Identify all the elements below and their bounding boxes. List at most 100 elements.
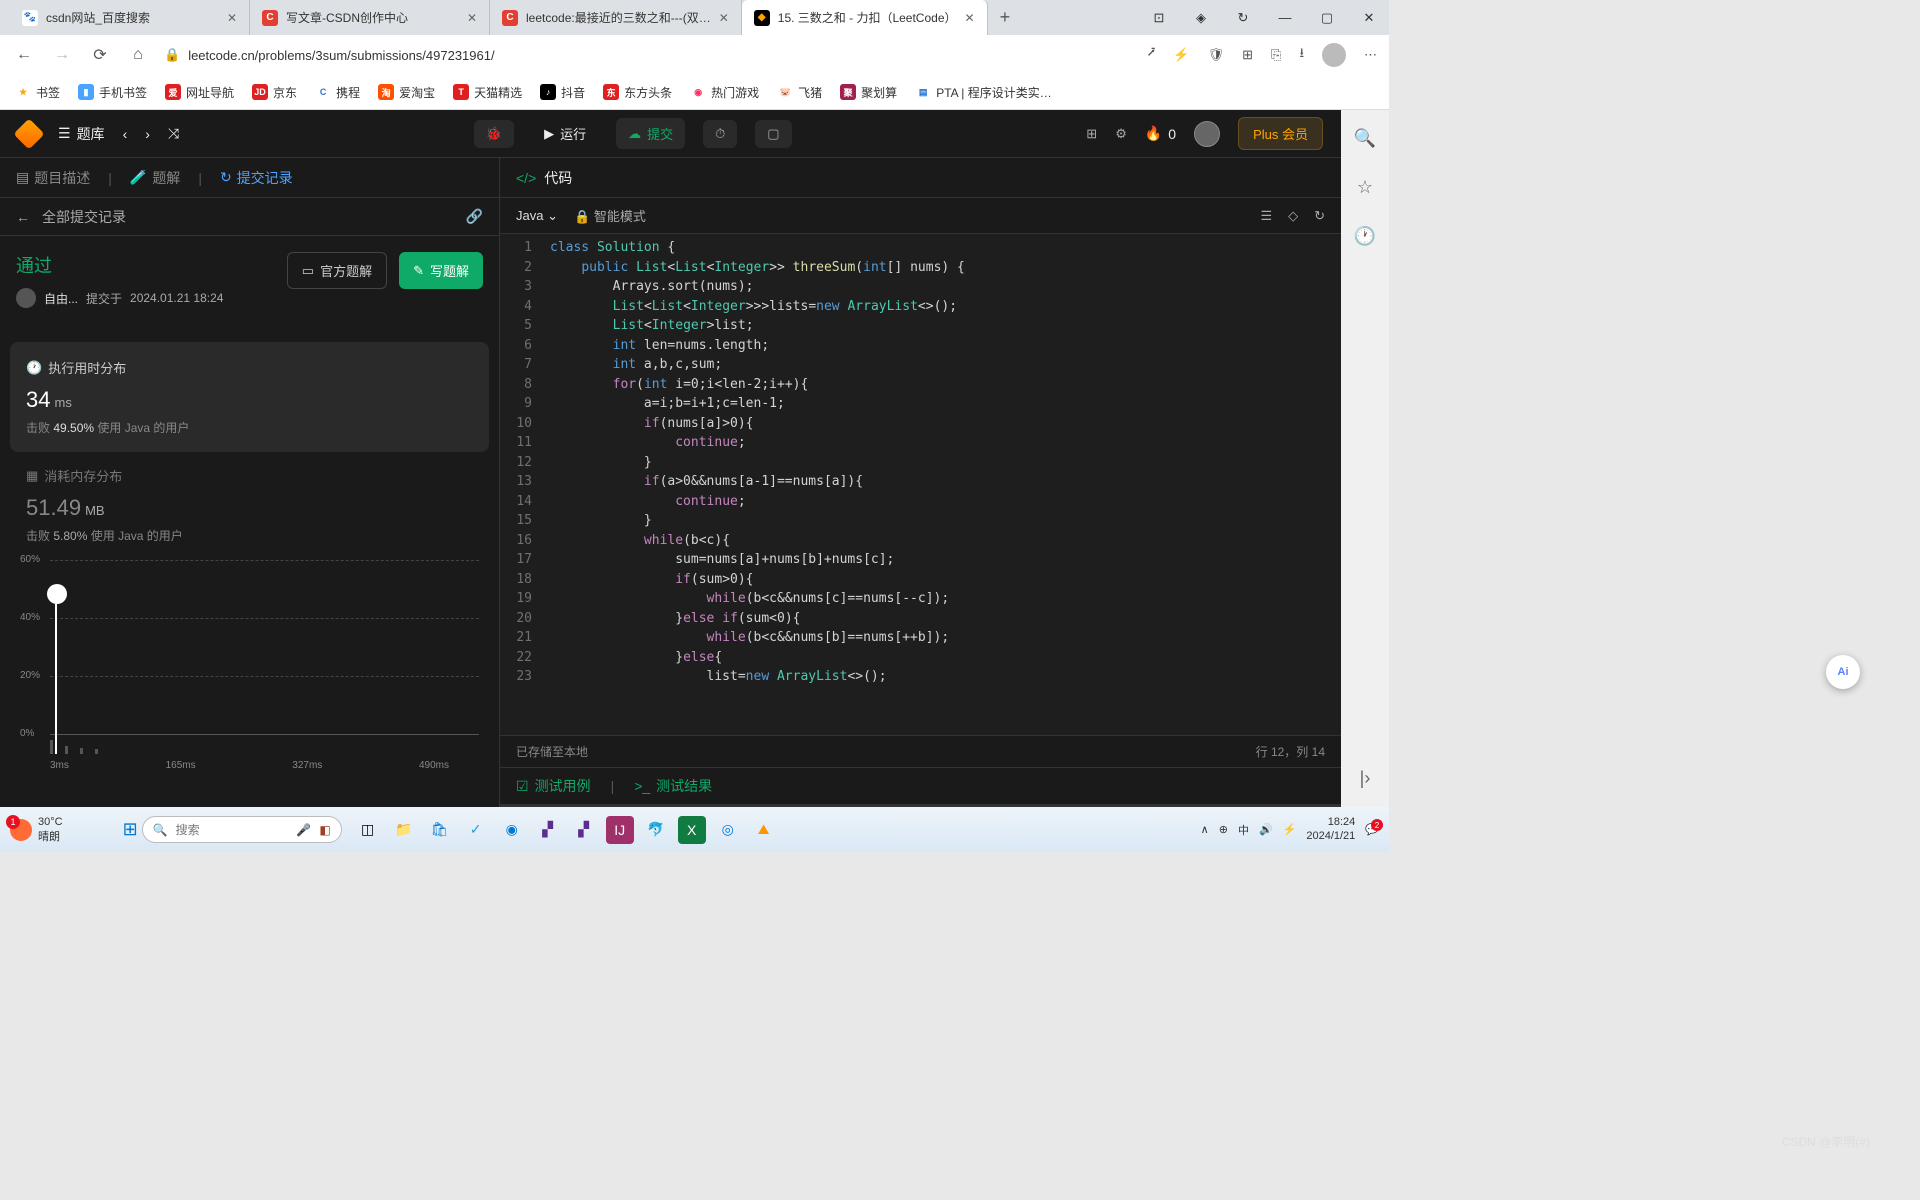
avatar[interactable] <box>1194 121 1220 147</box>
minimize-button[interactable]: — <box>1265 0 1305 35</box>
browser-tab-2[interactable]: Cleetcode:最接近的三数之和---(双…✕ <box>490 0 742 35</box>
write-solution-button[interactable]: ✎写题解 <box>399 252 483 289</box>
plus-button[interactable]: Plus 会员 <box>1238 117 1323 150</box>
excel-icon[interactable]: X <box>678 816 706 844</box>
next-problem-button[interactable]: › <box>145 126 150 142</box>
bookmark-icon[interactable]: ◇ <box>1288 208 1298 224</box>
bookmark-item[interactable]: 东东方头条 <box>603 84 672 101</box>
tab-solution[interactable]: 🧪题解 <box>130 168 180 188</box>
tray-battery[interactable]: ⚡ <box>1283 823 1297 836</box>
layout-icon[interactable]: ⊞ <box>1086 126 1097 142</box>
home-button[interactable]: ⌂ <box>126 46 150 64</box>
settings-icon[interactable]: ⚙ <box>1115 126 1127 142</box>
url-input[interactable]: 🔒leetcode.cn/problems/3sum/submissions/4… <box>164 47 1133 63</box>
open-icon[interactable]: ⭷ <box>1147 44 1155 66</box>
download-icon[interactable]: ⊡ <box>1139 0 1179 35</box>
history-icon[interactable]: 🕐 <box>1354 226 1376 247</box>
task-view-icon[interactable]: ◫ <box>354 816 382 844</box>
run-button[interactable]: ▶运行 <box>532 118 598 149</box>
intellij-icon[interactable]: IJ <box>606 816 634 844</box>
shield-icon[interactable]: 🛡 <box>1208 47 1225 63</box>
tab-testcase[interactable]: ☑测试用例 <box>516 776 591 796</box>
timer-button[interactable]: ⏱ <box>703 120 737 148</box>
browser-tab-1[interactable]: C写文章-CSDN创作中心✕ <box>250 0 490 35</box>
edge2-icon[interactable]: ◎ <box>714 816 742 844</box>
streak-button[interactable]: 🔥0 <box>1145 125 1176 142</box>
extensions-icon[interactable]: ◈ <box>1181 0 1221 35</box>
tab-submissions[interactable]: ↻提交记录 <box>220 168 293 188</box>
bookmark-item[interactable]: C携程 <box>315 84 360 101</box>
widget-icon[interactable]: ◧ <box>319 823 330 837</box>
back-arrow-button[interactable]: ← <box>16 209 30 225</box>
start-button[interactable]: ⊞ <box>123 819 138 840</box>
search-icon[interactable]: 🔍 <box>1354 128 1376 149</box>
ai-assistant-button[interactable]: Ai <box>1826 655 1860 689</box>
all-submissions-label[interactable]: 全部提交记录 <box>42 207 126 227</box>
leetcode-logo[interactable] <box>13 118 44 149</box>
new-tab-button[interactable]: + <box>988 7 1023 28</box>
note-button[interactable]: ▢ <box>755 120 791 148</box>
menu-icon[interactable]: ⋯ <box>1364 47 1377 63</box>
star-icon[interactable]: ☆ <box>1357 177 1373 198</box>
bookmark-item[interactable]: ♪抖音 <box>540 84 585 101</box>
reset-icon[interactable]: ↻ <box>1314 208 1325 224</box>
tray-ime[interactable]: 中 <box>1238 822 1249 838</box>
close-icon[interactable]: ✕ <box>719 11 729 25</box>
voice-icon[interactable]: 🎤 <box>296 823 311 837</box>
code-content[interactable]: class Solution { public List<List<Intege… <box>542 234 1341 735</box>
collections-icon[interactable]: ⎘ <box>1271 47 1281 63</box>
close-icon[interactable]: ✕ <box>467 11 477 25</box>
tabs-icon[interactable]: ⊞ <box>1242 47 1253 63</box>
refresh-button[interactable]: ⟳ <box>88 45 112 65</box>
download-tray-icon[interactable]: ⭳ <box>1299 44 1304 66</box>
tab-description[interactable]: ▤题目描述 <box>16 168 90 188</box>
refresh-alt-icon[interactable]: ↻ <box>1223 0 1263 35</box>
tab-testresult[interactable]: >_测试结果 <box>634 776 712 796</box>
official-solution-button[interactable]: ▭官方题解 <box>287 252 387 289</box>
bookmark-item[interactable]: 淘爱淘宝 <box>378 84 435 101</box>
weather-widget[interactable]: 1 30°C晴朗 <box>10 816 63 844</box>
app-icon[interactable]: ⛰ <box>750 816 778 844</box>
browser-tab-0[interactable]: 🐾csdn网站_百度搜索✕ <box>10 0 250 35</box>
close-icon[interactable]: ✕ <box>965 11 975 25</box>
bookmark-item[interactable]: JD京东 <box>252 84 297 101</box>
back-button[interactable]: ← <box>12 46 36 64</box>
bookmark-item[interactable]: 聚聚划算 <box>840 84 897 101</box>
bookmark-item[interactable]: 爱网址导航 <box>165 84 234 101</box>
mysql-icon[interactable]: 🐬 <box>642 816 670 844</box>
bookmark-item[interactable]: ▤PTA | 程序设计类实… <box>915 84 1052 101</box>
store-icon[interactable]: 🛍 <box>426 816 454 844</box>
bookmark-item[interactable]: ★书签 <box>15 84 60 101</box>
bookmark-item[interactable]: ▮手机书签 <box>78 84 147 101</box>
close-icon[interactable]: ✕ <box>227 11 237 25</box>
vs-icon[interactable]: ▞ <box>534 816 562 844</box>
taskbar-search[interactable]: 🔍搜索🎤◧ <box>142 816 342 843</box>
explorer-icon[interactable]: 📁 <box>390 816 418 844</box>
problem-set-button[interactable]: ☰题库 <box>58 124 105 144</box>
profile-icon[interactable] <box>1322 43 1346 67</box>
format-icon[interactable]: ☰ <box>1260 208 1272 224</box>
collapse-icon[interactable]: |› <box>1360 768 1371 789</box>
forward-button[interactable]: → <box>50 46 74 64</box>
bookmark-item[interactable]: ◉热门游戏 <box>690 84 759 101</box>
smart-mode-toggle[interactable]: 🔒 智能模式 <box>574 206 646 225</box>
language-select[interactable]: Java ⌄ <box>516 208 558 224</box>
maximize-button[interactable]: ▢ <box>1307 0 1347 35</box>
submit-button[interactable]: ☁提交 <box>616 118 685 149</box>
bookmark-item[interactable]: T天猫精选 <box>453 84 522 101</box>
close-button[interactable]: ✕ <box>1349 0 1389 35</box>
edge-icon[interactable]: ◉ <box>498 816 526 844</box>
prev-problem-button[interactable]: ‹ <box>123 126 128 142</box>
debug-button[interactable]: 🐞 <box>474 120 514 148</box>
vs2-icon[interactable]: ▞ <box>570 816 598 844</box>
link-icon[interactable]: 🔗 <box>466 208 483 225</box>
tray-chevron[interactable]: ∧ <box>1201 823 1209 836</box>
clock[interactable]: 18:242024/1/21 <box>1306 816 1355 842</box>
bookmark-item[interactable]: 🐷飞猪 <box>777 84 822 101</box>
todo-icon[interactable]: ✓ <box>462 816 490 844</box>
notification-icon[interactable]: 💬2 <box>1365 823 1379 836</box>
tray-volume[interactable]: 🔊 <box>1259 823 1273 836</box>
browser-tab-3[interactable]: ◆15. 三数之和 - 力扣（LeetCode）✕ <box>742 0 988 35</box>
shuffle-button[interactable]: ⤨ <box>168 125 179 142</box>
flash-icon[interactable]: ⚡ <box>1173 47 1189 63</box>
